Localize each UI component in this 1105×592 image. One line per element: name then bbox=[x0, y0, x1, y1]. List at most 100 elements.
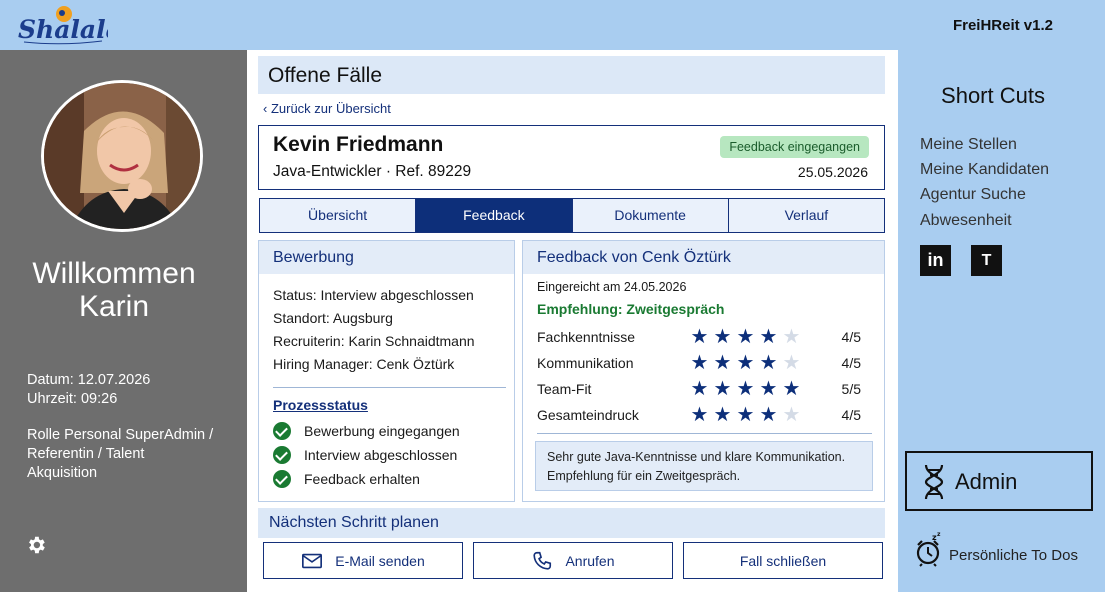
star-icon: ★ bbox=[759, 326, 778, 348]
admin-label: Admin bbox=[955, 469, 1018, 494]
mail-icon bbox=[302, 553, 323, 568]
star-icon: ★ bbox=[690, 352, 709, 374]
current-time: Uhrzeit: 09:26 bbox=[27, 391, 118, 407]
rating-row: Team-Fit ★ ★ ★ ★ ★ 5/5 bbox=[537, 379, 867, 401]
divider bbox=[537, 433, 872, 434]
personal-todos-label: Persönliche To Dos bbox=[949, 547, 1078, 564]
tab-feedback[interactable]: Feedback bbox=[416, 199, 573, 232]
star-icon: ★ bbox=[690, 404, 709, 426]
current-date: Datum: 12.07.2026 bbox=[27, 372, 151, 388]
feedback-panel-title: Feedback von Cenk Öztürk bbox=[537, 249, 731, 266]
star-icon: ★ bbox=[690, 378, 709, 400]
star-icon: ★ bbox=[759, 404, 778, 426]
tab-dokumente[interactable]: Dokumente bbox=[572, 199, 729, 232]
welcome-message: Willkommen Karin bbox=[0, 257, 228, 323]
process-status-title[interactable]: Prozessstatus bbox=[273, 397, 368, 413]
process-step: Feedback erhalten bbox=[273, 470, 420, 488]
send-email-label: E-Mail senden bbox=[335, 552, 425, 569]
dna-icon bbox=[924, 464, 944, 500]
candidate-date: 25.05.2026 bbox=[797, 164, 868, 180]
rating-score: 5/5 bbox=[841, 381, 861, 397]
candidate-header: Kevin Friedmann Java-Entwickler · Ref. 8… bbox=[258, 125, 885, 190]
feedback-panel-header: Feedback von Cenk Öztürk bbox=[523, 241, 884, 274]
star-icon: ★ bbox=[736, 378, 755, 400]
process-step: Interview abgeschlossen bbox=[273, 446, 457, 464]
rating-score: 4/5 bbox=[841, 407, 861, 423]
rating-label: Fachkenntnisse bbox=[537, 329, 636, 345]
call-label: Anrufen bbox=[565, 552, 615, 569]
personal-todos-button[interactable]: z z Persönliche To Dos bbox=[914, 531, 1099, 567]
shortcuts-title: Short Cuts bbox=[941, 83, 1045, 108]
star-icon: ★ bbox=[713, 404, 732, 426]
rating-score: 4/5 bbox=[841, 355, 861, 371]
star-rating: ★ ★ ★ ★ ★ bbox=[689, 405, 802, 425]
back-link[interactable]: ‹ Zurück zur Übersicht bbox=[263, 101, 391, 116]
admin-button[interactable]: Admin bbox=[905, 451, 1093, 511]
check-icon bbox=[273, 422, 291, 440]
shortcut-agentur-suche[interactable]: Agentur Suche bbox=[920, 186, 1026, 204]
rating-row: Gesamteindruck ★ ★ ★ ★ ★ 4/5 bbox=[537, 405, 867, 427]
check-icon bbox=[273, 470, 291, 488]
status-badge: Feedback eingegangen bbox=[720, 136, 869, 158]
right-sidebar: Short Cuts Meine Stellen Meine Kandidate… bbox=[898, 50, 1105, 592]
star-icon: ★ bbox=[736, 352, 755, 374]
submitted-date: Eingereicht am 24.05.2026 bbox=[537, 280, 687, 294]
application-recruiter: Recruiterin: Karin Schnaidtmann bbox=[273, 333, 475, 349]
rating-row: Kommunikation ★ ★ ★ ★ ★ 4/5 bbox=[537, 353, 867, 375]
tab-verlauf[interactable]: Verlauf bbox=[728, 199, 884, 232]
close-case-label: Fall schließen bbox=[739, 552, 827, 569]
application-panel: Bewerbung Status: Interview abgeschlosse… bbox=[258, 240, 515, 502]
shortcut-meine-kandidaten[interactable]: Meine Kandidaten bbox=[920, 161, 1049, 179]
star-icon: ★ bbox=[782, 378, 801, 400]
shalalala-logo[interactable]: Shalalala bbox=[16, 4, 108, 48]
rating-score: 4/5 bbox=[841, 329, 861, 345]
top-bar: Shalalala FreiHReit v1.2 bbox=[0, 0, 1105, 50]
rating-row: Fachkenntnisse ★ ★ ★ ★ ★ 4/5 bbox=[537, 327, 867, 349]
star-icon: ★ bbox=[782, 404, 801, 426]
star-icon: ★ bbox=[736, 404, 755, 426]
close-case-button[interactable]: Fall schließen bbox=[683, 542, 883, 579]
star-rating: ★ ★ ★ ★ ★ bbox=[689, 353, 802, 373]
avatar bbox=[41, 80, 203, 232]
gear-icon[interactable] bbox=[25, 534, 47, 556]
star-rating: ★ ★ ★ ★ ★ bbox=[689, 379, 802, 399]
star-icon: ★ bbox=[759, 378, 778, 400]
shortcut-abwesenheit[interactable]: Abwesenheit bbox=[920, 212, 1012, 230]
main-content: Offene Fälle ‹ Zurück zur Übersicht Kevi… bbox=[247, 50, 898, 592]
application-hiring-manager: Hiring Manager: Cenk Öztürk bbox=[273, 356, 455, 372]
next-step-bar: Nächsten Schritt planen bbox=[258, 508, 885, 538]
linkedin-icon[interactable]: in bbox=[920, 245, 951, 276]
process-step: Bewerbung eingegangen bbox=[273, 422, 460, 440]
star-icon: ★ bbox=[690, 326, 709, 348]
welcome-line-1: Willkommen bbox=[32, 257, 196, 290]
tab-bar: Übersicht Feedback Dokumente Verlauf bbox=[259, 198, 885, 233]
send-email-button[interactable]: E-Mail senden bbox=[263, 542, 463, 579]
application-panel-header: Bewerbung bbox=[259, 241, 514, 274]
application-panel-title: Bewerbung bbox=[273, 249, 354, 266]
star-icon: ★ bbox=[713, 326, 732, 348]
star-icon: ★ bbox=[713, 352, 732, 374]
shortcut-meine-stellen[interactable]: Meine Stellen bbox=[920, 136, 1017, 154]
process-step-label: Bewerbung eingegangen bbox=[304, 423, 460, 439]
tab-uebersicht[interactable]: Übersicht bbox=[260, 199, 417, 232]
recommendation: Empfehlung: Zweitgespräch bbox=[537, 301, 725, 317]
candidate-name: Kevin Friedmann bbox=[273, 133, 444, 156]
process-step-label: Interview abgeschlossen bbox=[304, 447, 458, 463]
app-version: FreiHReit v1.2 bbox=[952, 17, 1053, 34]
user-role: Rolle Personal SuperAdmin / Referentin /… bbox=[27, 427, 214, 481]
teams-icon[interactable]: T bbox=[971, 245, 1002, 276]
application-status: Status: Interview abgeschlossen bbox=[273, 287, 474, 303]
feedback-panel: Feedback von Cenk Öztürk Eingereicht am … bbox=[522, 240, 885, 502]
check-icon bbox=[273, 446, 291, 464]
alarm-clock-icon: z z bbox=[916, 531, 941, 567]
svg-text:z: z bbox=[937, 531, 941, 538]
svg-text:Shalalala: Shalalala bbox=[18, 15, 108, 44]
phone-icon bbox=[533, 551, 552, 570]
feedback-comment: Sehr gute Java-Kenntnisse und klare Komm… bbox=[535, 441, 873, 491]
rating-label: Team-Fit bbox=[537, 381, 592, 397]
call-button[interactable]: Anrufen bbox=[473, 542, 673, 579]
candidate-role: Java-Entwickler · Ref. 89229 bbox=[273, 163, 472, 180]
star-icon: ★ bbox=[782, 352, 801, 374]
star-icon: ★ bbox=[759, 352, 778, 374]
page-title: Offene Fälle bbox=[268, 64, 383, 87]
